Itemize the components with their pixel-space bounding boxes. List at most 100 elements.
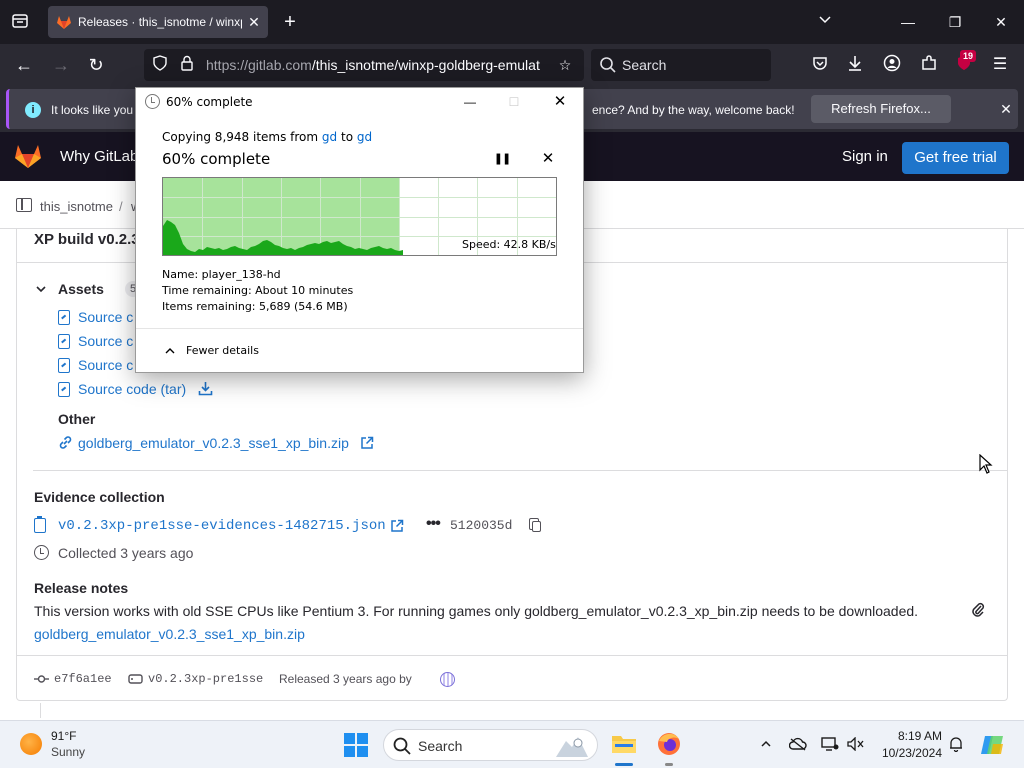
- evidence-file-link[interactable]: v0.2.3xp-pre1sse-evidences-1482715.json: [58, 517, 386, 535]
- dialog-title-bar[interactable]: 60% complete — ☐ ✕: [136, 88, 583, 116]
- copy-details: Name: player_138-hd Time remaining: Abou…: [162, 267, 353, 315]
- released-time: Released 3 years ago by: [279, 672, 412, 686]
- release-notes-heading: Release notes: [34, 580, 129, 596]
- extensions-icon[interactable]: [917, 54, 941, 76]
- copy-icon[interactable]: [529, 518, 541, 532]
- cancel-copy-icon[interactable]: ✕: [538, 150, 558, 168]
- transfer-speed: Speed: 42.8 KB/s: [462, 238, 556, 251]
- doc-code-icon: [58, 358, 70, 373]
- url-bar[interactable]: https://gitlab.com/this_isnotme/winxp-go…: [144, 49, 584, 81]
- taskbar-search-box[interactable]: Search: [383, 729, 598, 761]
- taskbar-time[interactable]: 8:19 AM: [880, 729, 942, 743]
- copilot-icon[interactable]: [979, 732, 1005, 758]
- url-text[interactable]: https://gitlab.com/this_isnotme/winxp-go…: [206, 57, 546, 73]
- dialog-close-icon[interactable]: ✕: [548, 92, 572, 112]
- shield-icon[interactable]: [150, 55, 170, 75]
- onedrive-cloud-icon[interactable]: [788, 733, 808, 755]
- tab-close-icon[interactable]: ✕: [245, 12, 263, 32]
- window-close-icon[interactable]: ✕: [986, 10, 1016, 34]
- file-explorer-icon[interactable]: [611, 731, 637, 755]
- current-file-name: Name: player_138-hd: [162, 268, 281, 281]
- pocket-icon[interactable]: [808, 54, 832, 76]
- sign-in-link[interactable]: Sign in: [842, 148, 888, 166]
- doc-code-icon: [58, 310, 70, 325]
- browser-tab-bar: Releases · this_isnotme / winxp ✕ + — ❐ …: [0, 0, 1024, 44]
- sidebar-toggle-icon[interactable]: [16, 198, 32, 212]
- dialog-minimize-icon[interactable]: —: [458, 92, 482, 112]
- new-tab-icon[interactable]: +: [278, 10, 302, 34]
- notification-bell-icon[interactable]: [946, 733, 966, 755]
- notification-close-icon[interactable]: ✕: [997, 99, 1015, 119]
- commit-sha-link[interactable]: e7f6a1ee: [54, 669, 112, 689]
- items-remaining: Items remaining: 5,689 (54.6 MB): [162, 300, 348, 313]
- divider: [136, 328, 583, 329]
- evidence-collection-heading: Evidence collection: [34, 489, 165, 505]
- forward-arrow-icon[interactable]: →: [48, 53, 74, 77]
- account-icon[interactable]: [880, 54, 904, 76]
- windows-taskbar: 91°F Sunny Search 8:19 AM 10/23/2024: [0, 720, 1024, 768]
- tab-overflow-chevron-icon[interactable]: [814, 12, 836, 32]
- window-minimize-icon[interactable]: —: [893, 10, 923, 34]
- mouse-cursor-icon: [979, 454, 993, 474]
- extension-count-badge: 19: [960, 50, 976, 62]
- external-link-icon: [360, 433, 376, 456]
- time-remaining: Time remaining: About 10 minutes: [162, 284, 354, 297]
- windows-start-icon[interactable]: [344, 733, 368, 757]
- evidence-sha: 5120035d: [450, 518, 513, 533]
- back-arrow-icon[interactable]: ←: [11, 53, 37, 77]
- release-title: XP build v0.2.3: [34, 231, 140, 248]
- external-link-icon[interactable]: [390, 517, 404, 538]
- reload-icon[interactable]: ↻: [83, 53, 109, 77]
- tab-title: Releases · this_isnotme / winxp: [78, 15, 242, 29]
- tag-name-link[interactable]: v0.2.3xp-pre1sse: [148, 669, 263, 689]
- more-options-icon[interactable]: •••: [426, 515, 441, 533]
- lock-icon[interactable]: [177, 55, 197, 75]
- release-notes-link[interactable]: goldberg_emulator_v0.2.3_sse1_xp_bin.zip: [34, 625, 305, 643]
- why-gitlab-link[interactable]: Why GitLab: [60, 148, 138, 166]
- firefox-taskbar-icon[interactable]: [656, 731, 682, 757]
- doc-code-icon: [58, 382, 70, 397]
- other-assets-heading: Other: [58, 411, 96, 427]
- get-free-trial-button[interactable]: Get free trial: [902, 142, 1009, 174]
- taskbar-date[interactable]: 10/23/2024: [870, 746, 942, 760]
- search-icon: [600, 57, 616, 73]
- taskbar-search-placeholder: Search: [418, 738, 463, 754]
- notification-message-end: ence? And by the way, welcome back!: [592, 103, 795, 117]
- tab-list-icon[interactable]: [10, 12, 30, 32]
- download-icon: [198, 379, 214, 401]
- copy-source-link[interactable]: gd: [322, 130, 337, 144]
- browser-search-box[interactable]: Search: [591, 49, 771, 81]
- breadcrumb-separator: /: [119, 199, 123, 214]
- release-notes-text: This version works with old SSE CPUs lik…: [34, 603, 919, 619]
- search-highlight-illustration-icon: [556, 737, 588, 757]
- bookmark-star-icon[interactable]: ☆: [555, 55, 575, 75]
- pause-icon[interactable]: ❚❚: [492, 150, 512, 168]
- browser-search-placeholder: Search: [622, 57, 667, 73]
- breadcrumb-project[interactable]: this_isnotme: [40, 199, 113, 215]
- tray-overflow-chevron-icon[interactable]: [756, 733, 776, 755]
- author-avatar[interactable]: [440, 672, 455, 687]
- timer-icon: [145, 94, 160, 109]
- chevron-down-icon: [35, 280, 49, 298]
- downloads-icon[interactable]: [843, 54, 867, 76]
- browser-tab-active[interactable]: Releases · this_isnotme / winxp ✕: [48, 6, 268, 38]
- active-app-indicator: [615, 763, 633, 766]
- network-monitor-icon[interactable]: [820, 733, 840, 755]
- doc-code-icon: [58, 334, 70, 349]
- weather-description[interactable]: Sunny: [51, 745, 85, 759]
- assets-label: Assets: [58, 281, 104, 297]
- weather-temperature[interactable]: 91°F: [51, 729, 76, 743]
- clock-icon: [34, 545, 49, 560]
- menu-hamburger-icon[interactable]: ☰: [988, 54, 1012, 76]
- copy-destination-link[interactable]: gd: [357, 130, 372, 144]
- refresh-firefox-button[interactable]: Refresh Firefox...: [811, 95, 951, 123]
- link-icon: [58, 433, 74, 455]
- notification-message-start: It looks like you h: [51, 103, 144, 117]
- volume-muted-icon[interactable]: [846, 733, 866, 755]
- window-restore-icon[interactable]: ❐: [940, 10, 970, 34]
- dialog-title: 60% complete: [166, 95, 253, 109]
- gitlab-logo-icon[interactable]: [14, 143, 42, 169]
- divider: [33, 470, 1007, 471]
- weather-sun-icon[interactable]: [20, 733, 42, 755]
- clipboard-icon: [34, 516, 46, 533]
